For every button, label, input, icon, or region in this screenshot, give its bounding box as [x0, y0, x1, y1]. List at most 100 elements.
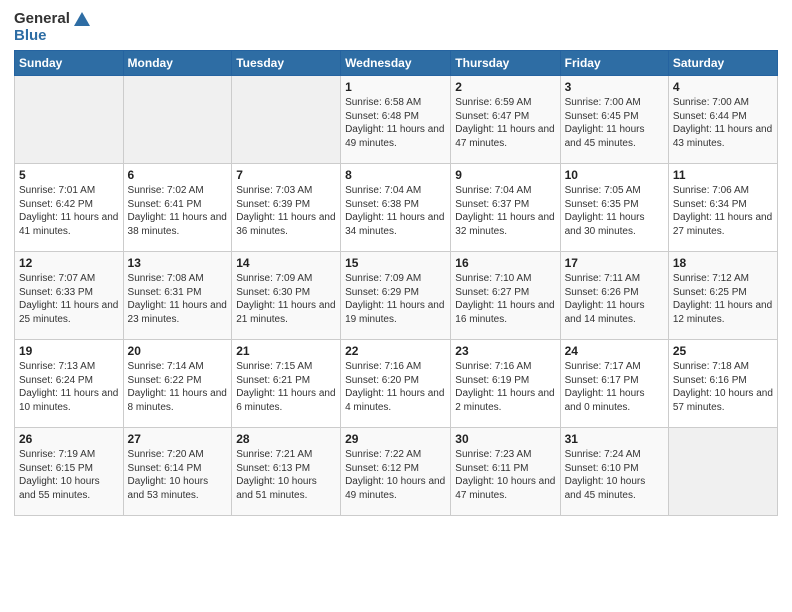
day-number: 5 [19, 168, 119, 182]
day-info: Sunrise: 7:21 AMSunset: 6:13 PMDaylight:… [236, 448, 336, 502]
weekday-header-wednesday: Wednesday [341, 51, 451, 76]
logo-icon: General [14, 10, 90, 27]
calendar-cell [123, 76, 232, 164]
calendar-cell: 5 Sunrise: 7:01 AMSunset: 6:42 PMDaylight… [15, 164, 124, 252]
calendar-table: SundayMondayTuesdayWednesdayThursdayFrid… [14, 50, 778, 516]
day-info: Sunrise: 7:04 AMSunset: 6:38 PMDaylight:… [345, 184, 446, 238]
day-info: Sunrise: 7:13 AMSunset: 6:24 PMDaylight:… [19, 360, 119, 414]
logo-triangle-icon [74, 12, 90, 26]
calendar-cell [15, 76, 124, 164]
day-info: Sunrise: 7:20 AMSunset: 6:14 PMDaylight:… [128, 448, 228, 502]
day-number: 22 [345, 344, 446, 358]
day-info: Sunrise: 7:08 AMSunset: 6:31 PMDaylight:… [128, 272, 228, 326]
day-number: 16 [455, 256, 555, 270]
page: General Blue SundayMondayTuesdayWednesda… [0, 0, 792, 530]
calendar-cell: 28 Sunrise: 7:21 AMSunset: 6:13 PMDayligh… [232, 428, 341, 516]
day-number: 23 [455, 344, 555, 358]
calendar-cell: 14 Sunrise: 7:09 AMSunset: 6:30 PMDayligh… [232, 252, 341, 340]
day-info: Sunrise: 7:14 AMSunset: 6:22 PMDaylight:… [128, 360, 228, 414]
day-info: Sunrise: 7:16 AMSunset: 6:20 PMDaylight:… [345, 360, 446, 414]
logo: General Blue [14, 10, 90, 44]
day-info: Sunrise: 7:17 AMSunset: 6:17 PMDaylight:… [565, 360, 664, 414]
calendar-week-5: 26 Sunrise: 7:19 AMSunset: 6:15 PMDayligh… [15, 428, 778, 516]
day-info: Sunrise: 7:12 AMSunset: 6:25 PMDaylight:… [673, 272, 773, 326]
weekday-header-row: SundayMondayTuesdayWednesdayThursdayFrid… [15, 51, 778, 76]
calendar-week-4: 19 Sunrise: 7:13 AMSunset: 6:24 PMDayligh… [15, 340, 778, 428]
header: General Blue [14, 10, 778, 44]
calendar-cell: 18 Sunrise: 7:12 AMSunset: 6:25 PMDayligh… [668, 252, 777, 340]
day-number: 14 [236, 256, 336, 270]
calendar-week-2: 5 Sunrise: 7:01 AMSunset: 6:42 PMDaylight… [15, 164, 778, 252]
day-number: 7 [236, 168, 336, 182]
calendar-cell: 22 Sunrise: 7:16 AMSunset: 6:20 PMDayligh… [341, 340, 451, 428]
day-number: 26 [19, 432, 119, 446]
calendar-cell: 2 Sunrise: 6:59 AMSunset: 6:47 PMDaylight… [451, 76, 560, 164]
calendar-cell: 20 Sunrise: 7:14 AMSunset: 6:22 PMDayligh… [123, 340, 232, 428]
day-info: Sunrise: 7:00 AMSunset: 6:44 PMDaylight:… [673, 96, 773, 150]
calendar-cell: 31 Sunrise: 7:24 AMSunset: 6:10 PMDayligh… [560, 428, 668, 516]
day-number: 31 [565, 432, 664, 446]
calendar-cell: 11 Sunrise: 7:06 AMSunset: 6:34 PMDayligh… [668, 164, 777, 252]
day-info: Sunrise: 6:58 AMSunset: 6:48 PMDaylight:… [345, 96, 446, 150]
day-number: 29 [345, 432, 446, 446]
calendar-week-3: 12Sunrise: 7:07 AMSunset: 6:33 PMDayligh… [15, 252, 778, 340]
day-info: Sunrise: 7:06 AMSunset: 6:34 PMDaylight:… [673, 184, 773, 238]
calendar-cell: 29 Sunrise: 7:22 AMSunset: 6:12 PMDayligh… [341, 428, 451, 516]
calendar-cell: 19 Sunrise: 7:13 AMSunset: 6:24 PMDayligh… [15, 340, 124, 428]
day-number: 21 [236, 344, 336, 358]
day-number: 9 [455, 168, 555, 182]
day-info: Sunrise: 7:03 AMSunset: 6:39 PMDaylight:… [236, 184, 336, 238]
calendar-cell: 27 Sunrise: 7:20 AMSunset: 6:14 PMDayligh… [123, 428, 232, 516]
calendar-cell: 16 Sunrise: 7:10 AMSunset: 6:27 PMDayligh… [451, 252, 560, 340]
day-number: 4 [673, 80, 773, 94]
calendar-cell [232, 76, 341, 164]
day-info: Sunrise: 7:16 AMSunset: 6:19 PMDaylight:… [455, 360, 555, 414]
calendar-cell: 13 Sunrise: 7:08 AMSunset: 6:31 PMDayligh… [123, 252, 232, 340]
day-number: 20 [128, 344, 228, 358]
day-info: Sunrise: 7:22 AMSunset: 6:12 PMDaylight:… [345, 448, 446, 502]
day-number: 25 [673, 344, 773, 358]
day-info: Sunrise: 7:10 AMSunset: 6:27 PMDaylight:… [455, 272, 555, 326]
weekday-header-tuesday: Tuesday [232, 51, 341, 76]
logo-general-text: General [14, 10, 70, 27]
day-info: Sunrise: 7:07 AMSunset: 6:33 PMDaylight:… [19, 272, 119, 326]
day-info: Sunrise: 7:23 AMSunset: 6:11 PMDaylight:… [455, 448, 555, 502]
day-number: 3 [565, 80, 664, 94]
calendar-cell: 24 Sunrise: 7:17 AMSunset: 6:17 PMDayligh… [560, 340, 668, 428]
calendar-cell: 4 Sunrise: 7:00 AMSunset: 6:44 PMDaylight… [668, 76, 777, 164]
day-info: Sunrise: 7:24 AMSunset: 6:10 PMDaylight:… [565, 448, 664, 502]
calendar-cell: 17Sunrise: 7:11 AMSunset: 6:26 PMDayligh… [560, 252, 668, 340]
calendar-cell: 7 Sunrise: 7:03 AMSunset: 6:39 PMDaylight… [232, 164, 341, 252]
day-number: 11 [673, 168, 773, 182]
day-number: 6 [128, 168, 228, 182]
calendar-cell: 8Sunrise: 7:04 AMSunset: 6:38 PMDaylight… [341, 164, 451, 252]
day-number: 2 [455, 80, 555, 94]
calendar-cell: 26 Sunrise: 7:19 AMSunset: 6:15 PMDayligh… [15, 428, 124, 516]
calendar-cell: 9 Sunrise: 7:04 AMSunset: 6:37 PMDaylight… [451, 164, 560, 252]
calendar-cell: 21 Sunrise: 7:15 AMSunset: 6:21 PMDayligh… [232, 340, 341, 428]
day-number: 30 [455, 432, 555, 446]
calendar-cell: 25Sunrise: 7:18 AMSunset: 6:16 PMDayligh… [668, 340, 777, 428]
day-info: Sunrise: 7:04 AMSunset: 6:37 PMDaylight:… [455, 184, 555, 238]
day-info: Sunrise: 7:01 AMSunset: 6:42 PMDaylight:… [19, 184, 119, 238]
weekday-header-friday: Friday [560, 51, 668, 76]
calendar-cell: 30 Sunrise: 7:23 AMSunset: 6:11 PMDayligh… [451, 428, 560, 516]
day-number: 19 [19, 344, 119, 358]
day-info: Sunrise: 7:19 AMSunset: 6:15 PMDaylight:… [19, 448, 119, 502]
weekday-header-saturday: Saturday [668, 51, 777, 76]
day-info: Sunrise: 6:59 AMSunset: 6:47 PMDaylight:… [455, 96, 555, 150]
calendar-cell: 23 Sunrise: 7:16 AMSunset: 6:19 PMDayligh… [451, 340, 560, 428]
day-info: Sunrise: 7:09 AMSunset: 6:30 PMDaylight:… [236, 272, 336, 326]
calendar-cell [668, 428, 777, 516]
day-number: 18 [673, 256, 773, 270]
day-number: 1 [345, 80, 446, 94]
day-number: 24 [565, 344, 664, 358]
day-info: Sunrise: 7:11 AMSunset: 6:26 PMDaylight:… [565, 272, 664, 326]
calendar-cell: 3Sunrise: 7:00 AMSunset: 6:45 PMDaylight… [560, 76, 668, 164]
day-number: 28 [236, 432, 336, 446]
day-info: Sunrise: 7:02 AMSunset: 6:41 PMDaylight:… [128, 184, 228, 238]
day-number: 27 [128, 432, 228, 446]
day-info: Sunrise: 7:15 AMSunset: 6:21 PMDaylight:… [236, 360, 336, 414]
calendar-cell: 10Sunrise: 7:05 AMSunset: 6:35 PMDayligh… [560, 164, 668, 252]
day-number: 13 [128, 256, 228, 270]
